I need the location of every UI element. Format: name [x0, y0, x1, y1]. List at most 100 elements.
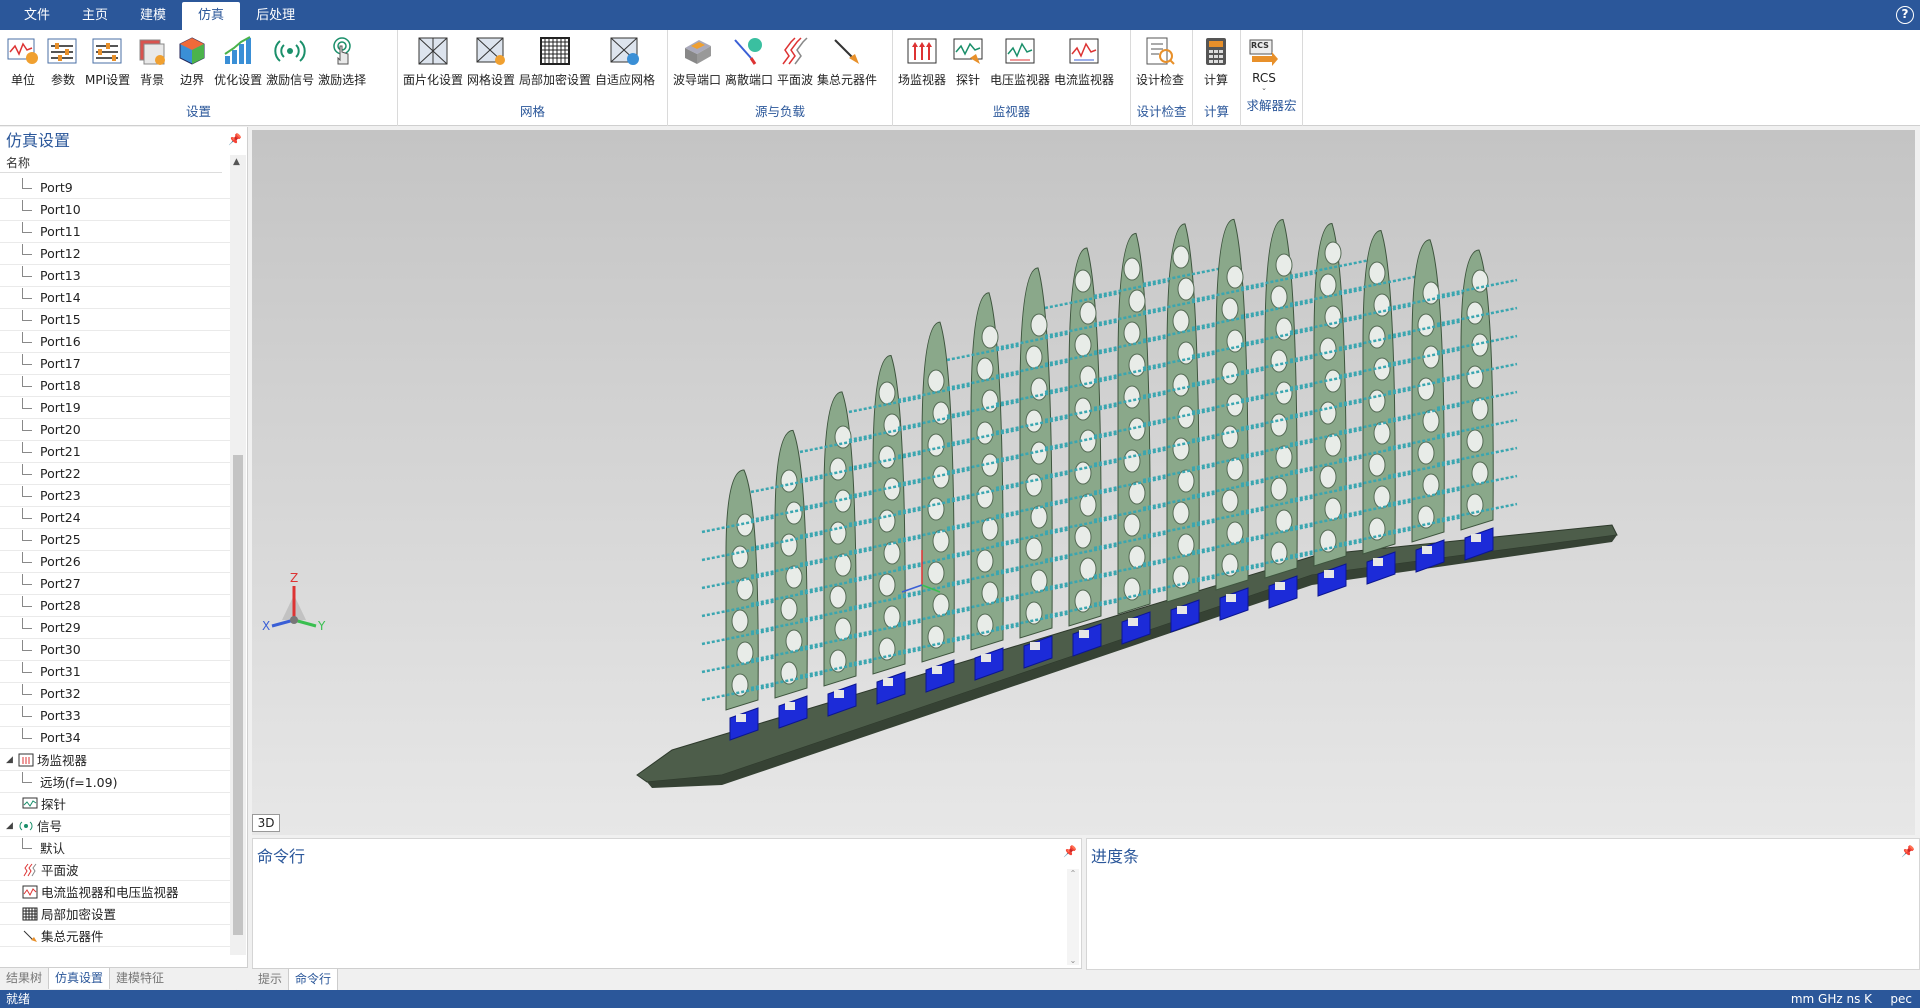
tree-connector [22, 310, 32, 321]
tree-item-port[interactable]: Port27 [0, 573, 230, 595]
tree-item-probe[interactable]: 探针 [0, 793, 230, 815]
mesh-settings-button[interactable]: 网格设置 [465, 34, 517, 102]
tree-item-port[interactable]: Port20 [0, 419, 230, 441]
tab-result-tree[interactable]: 结果树 [0, 968, 48, 989]
command-scroll-down-icon[interactable]: ⌄ [1067, 956, 1079, 965]
mpi-settings-button[interactable]: MPI设置 [83, 34, 132, 102]
tree-item-port[interactable]: Port16 [0, 331, 230, 353]
tree-item-port[interactable]: Port12 [0, 243, 230, 265]
params-button[interactable]: 参数 [43, 34, 83, 102]
fin-hole [1324, 497, 1342, 521]
local-refine-button[interactable]: 局部加密设置 [517, 34, 593, 102]
tree-item-local-refine[interactable]: 局部加密设置 [0, 903, 230, 925]
fin-hole [731, 673, 749, 697]
tree-item-port[interactable]: Port9 [0, 177, 230, 199]
rcs-button[interactable]: RCS RCS ⌄ [1244, 34, 1284, 102]
tab-command-line[interactable]: 命令行 [288, 969, 339, 990]
units-button[interactable]: 单位 [3, 34, 43, 102]
tree-item-port[interactable]: Port14 [0, 287, 230, 309]
boundary-icon [175, 34, 209, 68]
background-button[interactable]: 背景 [132, 34, 172, 102]
tree-item-port[interactable]: Port21 [0, 441, 230, 463]
command-scrollbar[interactable]: ⌃ ⌄ [1067, 869, 1079, 965]
3d-viewport[interactable]: Z X Y [252, 130, 1915, 835]
pin-icon[interactable]: 📌 [228, 133, 242, 146]
fin-hole [878, 381, 896, 405]
current-monitor-button[interactable]: 电流监视器 [1052, 34, 1116, 102]
scroll-up-icon[interactable]: ▲ [233, 157, 240, 167]
command-pin-icon[interactable]: 📌 [1063, 845, 1077, 858]
antenna-array-model[interactable]: Z X Y [252, 130, 1915, 835]
tree-item-port[interactable]: Port11 [0, 221, 230, 243]
tree-item-port[interactable]: Port19 [0, 397, 230, 419]
scrollbar-thumb[interactable] [233, 455, 243, 935]
command-input-area[interactable] [257, 869, 1061, 965]
plane-wave-button[interactable]: 平面波 [775, 34, 815, 102]
tree-item-port[interactable]: Port22 [0, 463, 230, 485]
fin-hole [1368, 261, 1386, 285]
menu-tab-modeling[interactable]: 建模 [124, 2, 182, 30]
tree-item-signal-default[interactable]: 默认 [0, 837, 230, 859]
column-header-name[interactable]: 名称 [0, 155, 222, 173]
excitation-signal-button[interactable]: 激励信号 [264, 34, 316, 102]
field-monitor-button[interactable]: 场监视器 [896, 34, 948, 102]
tab-hints[interactable]: 提示 [252, 969, 288, 990]
tree-item-far-field[interactable]: 远场(f=1.09) [0, 771, 230, 793]
menu-tab-file[interactable]: 文件 [8, 2, 66, 30]
tree-item-port[interactable]: Port17 [0, 353, 230, 375]
menu-tab-home[interactable]: 主页 [66, 2, 124, 30]
tree-item-port[interactable]: Port13 [0, 265, 230, 287]
tree-item-port[interactable]: Port34 [0, 727, 230, 749]
probe-button[interactable]: 探针 [948, 34, 988, 102]
fin-hole [1368, 453, 1386, 477]
menu-tab-postprocess[interactable]: 后处理 [240, 2, 311, 30]
excitation-select-button[interactable]: 激励选择 [316, 34, 368, 102]
view-mode-label[interactable]: 3D [252, 814, 280, 832]
expand-toggle-icon[interactable]: ◢ [6, 755, 16, 765]
design-check-button[interactable]: 设计检查 [1134, 34, 1186, 102]
tree-item-port[interactable]: Port28 [0, 595, 230, 617]
command-scroll-up-icon[interactable]: ⌃ [1067, 869, 1079, 878]
boundary-button[interactable]: 边界 [172, 34, 212, 102]
tree-item-cv-monitors[interactable]: 电流监视器和电压监视器 [0, 881, 230, 903]
voltage-monitor-button[interactable]: 电压监视器 [988, 34, 1052, 102]
tree-item-port[interactable]: Port30 [0, 639, 230, 661]
tree-item-port[interactable]: Port33 [0, 705, 230, 727]
rcs-dropdown-icon[interactable]: ⌄ [1261, 85, 1267, 92]
tree-item-port[interactable]: Port26 [0, 551, 230, 573]
tree-item-lumped[interactable]: 集总元器件 [0, 925, 230, 947]
fin-hole [1466, 301, 1484, 325]
tree-item-field-monitor[interactable]: ◢ 场监视器 [0, 749, 230, 771]
progress-pin-icon[interactable]: 📌 [1901, 845, 1915, 858]
waveguide-port-button[interactable]: 波导端口 [671, 34, 723, 102]
tree-item-port[interactable]: Port10 [0, 199, 230, 221]
discrete-port-button[interactable]: 离散端口 [723, 34, 775, 102]
fin-hole [1123, 449, 1141, 473]
tree-item-port[interactable]: Port29 [0, 617, 230, 639]
fin-hole [1275, 317, 1293, 341]
tree-item-label: 场监视器 [37, 753, 88, 768]
lumped-element-button[interactable]: 集总元器件 [815, 34, 879, 102]
expand-toggle-icon[interactable]: ◢ [6, 821, 16, 831]
tree-scrollbar[interactable]: ▲ ▼ [230, 155, 246, 991]
optimization-button[interactable]: 优化设置 [212, 34, 264, 102]
tree-item-port[interactable]: Port25 [0, 529, 230, 551]
help-icon[interactable]: ? [1896, 6, 1914, 24]
tree-item-port[interactable]: Port23 [0, 485, 230, 507]
tree-item-port[interactable]: Port32 [0, 683, 230, 705]
compute-button[interactable]: 计算 [1196, 34, 1236, 102]
adaptive-mesh-button[interactable]: 自适应网格 [593, 34, 657, 102]
menu-tab-simulation[interactable]: 仿真 [182, 2, 241, 30]
tab-modeling-features[interactable]: 建模特征 [110, 968, 170, 989]
tree-item-port[interactable]: Port24 [0, 507, 230, 529]
unit-display[interactable]: mm GHz ns K [1791, 990, 1872, 1008]
fin-hole [1368, 325, 1386, 349]
tab-simulation-settings[interactable]: 仿真设置 [48, 968, 111, 989]
tree-item-port[interactable]: Port15 [0, 309, 230, 331]
tree-item-signal[interactable]: ◢ 信号 [0, 815, 230, 837]
material-display[interactable]: pec [1890, 990, 1912, 1008]
tree-item-port[interactable]: Port18 [0, 375, 230, 397]
tree-item-port[interactable]: Port31 [0, 661, 230, 683]
tree-item-plane-wave[interactable]: 平面波 [0, 859, 230, 881]
facet-settings-button[interactable]: 面片化设置 [401, 34, 465, 102]
